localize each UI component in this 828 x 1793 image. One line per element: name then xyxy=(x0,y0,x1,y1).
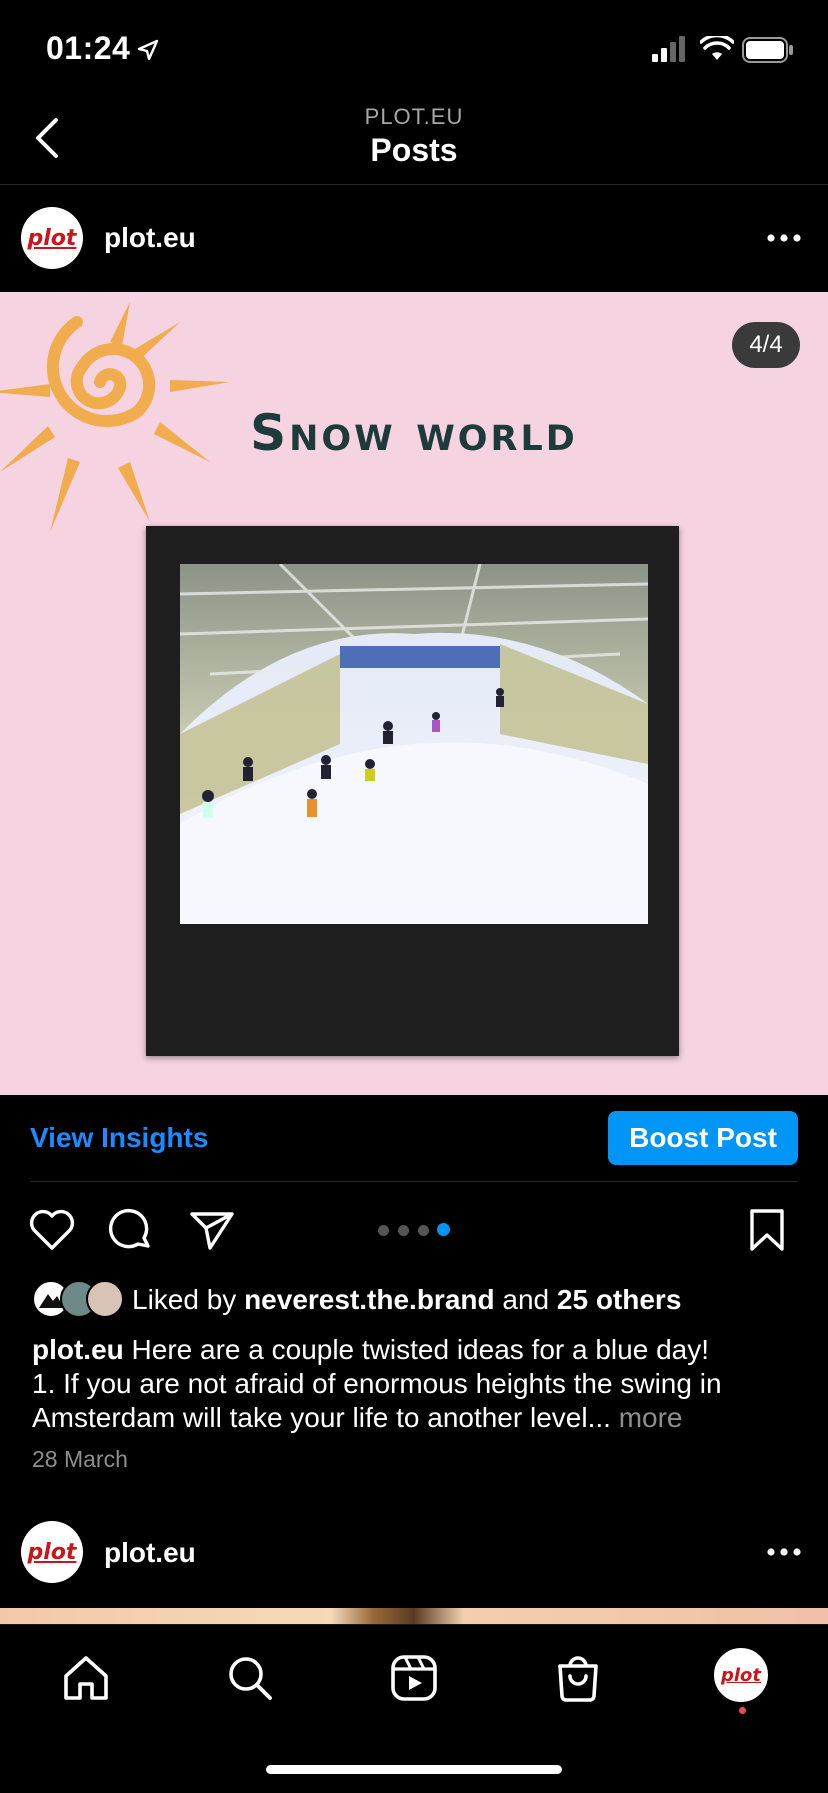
next-post-avatar[interactable]: plot xyxy=(21,1521,83,1583)
insights-divider xyxy=(30,1181,798,1182)
boost-post-button[interactable]: Boost Post xyxy=(608,1111,798,1165)
cellular-signal-icon xyxy=(652,36,685,62)
page-title: Posts xyxy=(370,132,458,168)
liked-by-text[interactable]: Liked by neverest.the.brand and 25 other… xyxy=(132,1284,681,1316)
battery-icon xyxy=(742,37,793,63)
post-caption: plot.eu Here are a couple twisted ideas … xyxy=(32,1333,802,1435)
caption-username[interactable]: plot.eu xyxy=(32,1334,124,1365)
liker-avatar xyxy=(86,1280,124,1318)
search-icon[interactable] xyxy=(226,1654,274,1702)
header-divider xyxy=(0,184,828,185)
header-account-name: PLOT.EU xyxy=(364,104,464,129)
home-indicator[interactable] xyxy=(266,1765,562,1774)
comment-icon[interactable] xyxy=(108,1208,154,1254)
more-options-icon[interactable] xyxy=(766,1542,802,1562)
next-post-image-preview[interactable] xyxy=(0,1608,828,1624)
reels-icon[interactable] xyxy=(390,1654,438,1702)
post-date: 28 March xyxy=(32,1446,128,1472)
profile-tab-avatar[interactable]: plot xyxy=(714,1648,768,1702)
wifi-icon xyxy=(700,36,734,60)
location-arrow-icon xyxy=(137,39,159,61)
status-time: 01:24 xyxy=(46,30,131,66)
carousel-dot-active xyxy=(437,1223,450,1236)
carousel-dot xyxy=(378,1225,389,1236)
polaroid-frame xyxy=(146,526,679,1056)
post-image[interactable]: 4/4 Snow world xyxy=(0,292,828,1095)
save-bookmark-icon[interactable] xyxy=(748,1207,786,1253)
ski-hall-photo xyxy=(180,564,648,924)
view-insights-link[interactable]: View Insights xyxy=(30,1122,208,1154)
post-username[interactable]: plot.eu xyxy=(104,222,196,254)
avatar-logo-text: plot xyxy=(720,1664,762,1686)
post-avatar[interactable]: plot xyxy=(21,207,83,269)
caption-more-link[interactable]: more xyxy=(619,1402,683,1433)
liked-by-user[interactable]: neverest.the.brand xyxy=(244,1284,495,1315)
shop-bag-icon[interactable] xyxy=(554,1652,602,1702)
caption-line1: Here are a couple twisted ideas for a bl… xyxy=(131,1334,709,1365)
avatar-logo-text: plot xyxy=(27,225,77,251)
liked-by-prefix: Liked by xyxy=(132,1284,237,1315)
avatar-logo-text: plot xyxy=(27,1539,77,1565)
liked-by-others[interactable]: 25 others xyxy=(557,1284,682,1315)
liked-by-and: and xyxy=(502,1284,550,1315)
carousel-dot xyxy=(418,1225,429,1236)
more-options-icon[interactable] xyxy=(766,228,802,248)
next-post-username[interactable]: plot.eu xyxy=(104,1537,196,1569)
image-headline: Snow world xyxy=(250,404,578,462)
notification-dot xyxy=(739,1707,746,1714)
carousel-dot xyxy=(398,1225,409,1236)
image-counter-badge: 4/4 xyxy=(732,322,800,368)
home-icon[interactable] xyxy=(62,1654,110,1702)
like-heart-icon[interactable] xyxy=(28,1208,76,1252)
share-send-icon[interactable] xyxy=(188,1208,236,1252)
